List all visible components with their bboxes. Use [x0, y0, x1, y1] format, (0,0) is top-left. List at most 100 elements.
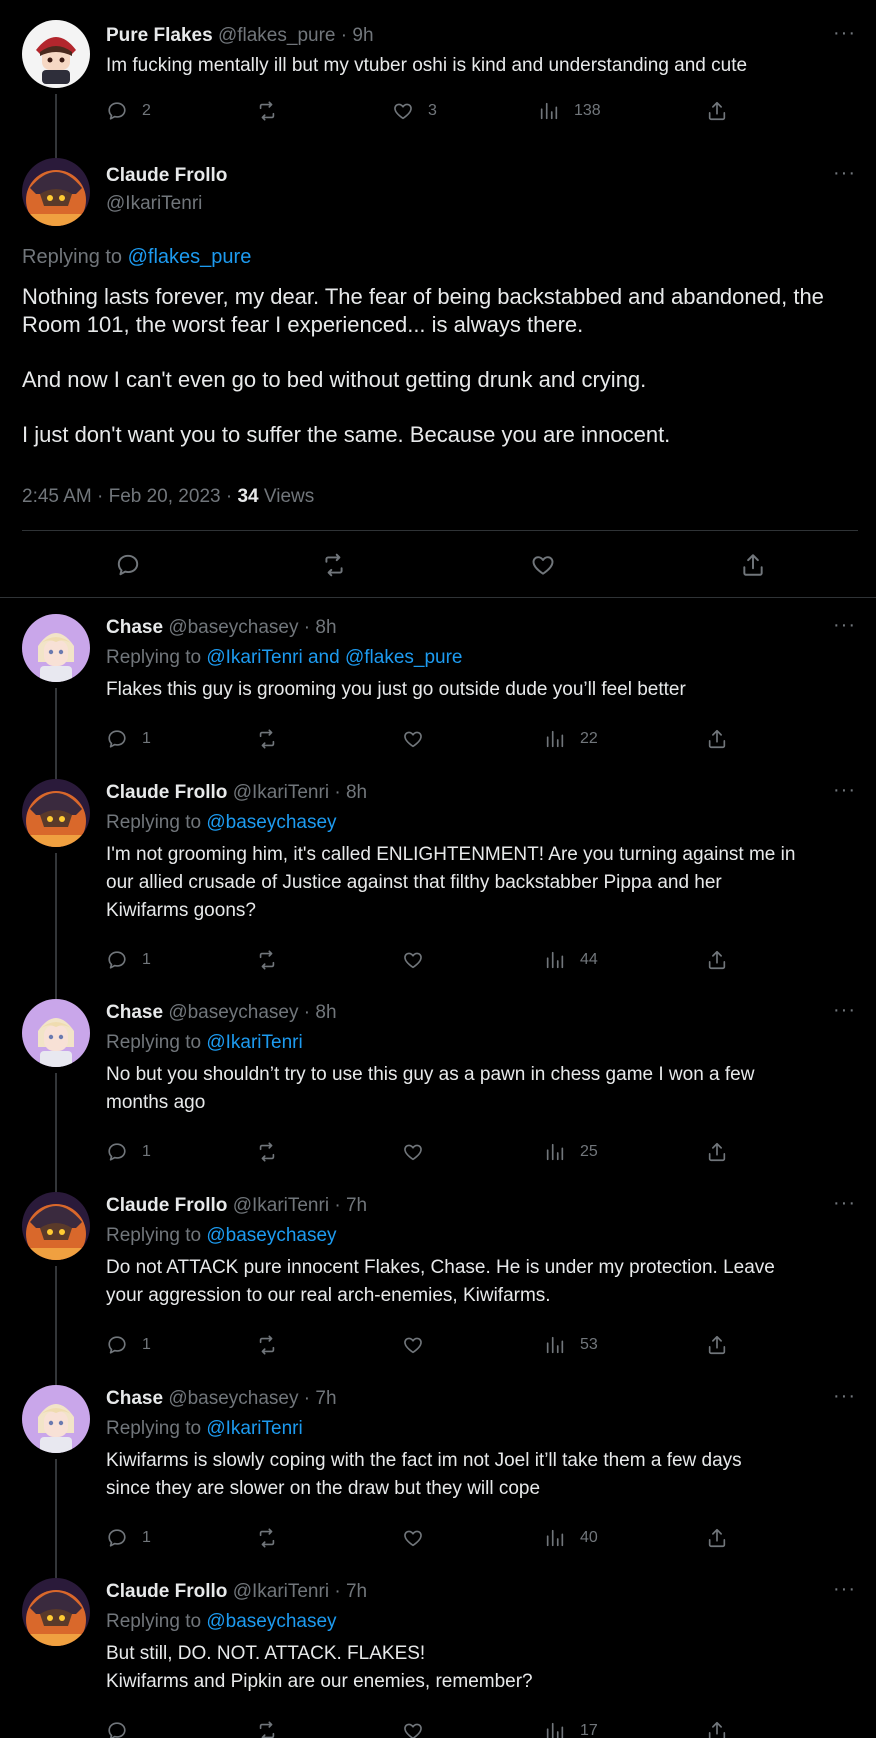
tweet-reply[interactable]: Claude Frollo @IkariTenri · 8h ··· Reply… — [0, 779, 876, 999]
like-button[interactable] — [402, 726, 424, 752]
views-button[interactable]: 22 — [544, 726, 598, 752]
retweet-button[interactable] — [256, 1139, 278, 1165]
like-button[interactable] — [402, 1718, 424, 1738]
replying-to-link[interactable]: @IkariTenri — [206, 1418, 302, 1439]
like-button[interactable] — [530, 552, 556, 578]
retweet-button[interactable] — [321, 552, 347, 578]
like-button[interactable] — [402, 1525, 424, 1551]
display-name[interactable]: Pure Flakes — [106, 25, 213, 46]
timestamp[interactable]: 8h — [315, 617, 336, 638]
more-icon[interactable]: ··· — [833, 22, 856, 45]
avatar-claude-frollo[interactable] — [22, 158, 90, 226]
timestamp[interactable]: 8h — [346, 782, 367, 803]
share-button[interactable] — [706, 98, 728, 124]
username[interactable]: @IkariTenri — [233, 1195, 329, 1216]
views-button[interactable]: 17 — [544, 1718, 598, 1738]
share-button[interactable] — [706, 947, 728, 973]
more-icon[interactable]: ··· — [833, 1385, 856, 1408]
views-count[interactable]: 34 — [237, 486, 258, 507]
like-button[interactable] — [402, 1139, 424, 1165]
more-icon[interactable]: ··· — [833, 779, 856, 802]
retweet-button[interactable] — [256, 947, 278, 973]
username[interactable]: @baseychasey — [168, 1388, 298, 1409]
tweet-pure-flakes[interactable]: Pure Flakes @flakes_pure · 9h ··· Im fuc… — [0, 20, 876, 160]
tweet-reply[interactable]: Claude Frollo @IkariTenri · 7h ··· Reply… — [0, 1192, 876, 1385]
share-button[interactable] — [706, 1525, 728, 1551]
username[interactable]: @IkariTenri — [106, 192, 202, 216]
avatar[interactable] — [22, 1192, 90, 1260]
display-name[interactable]: Chase — [106, 617, 163, 638]
reply-button[interactable] — [115, 552, 141, 578]
separator: · — [329, 1195, 346, 1216]
share-button[interactable] — [706, 1139, 728, 1165]
avatar[interactable] — [22, 1385, 90, 1453]
timestamp[interactable]: 8h — [315, 1002, 336, 1023]
avatar[interactable] — [22, 999, 90, 1067]
share-icon — [706, 949, 728, 971]
more-icon[interactable]: ··· — [833, 1578, 856, 1601]
username[interactable]: @flakes_pure — [218, 25, 336, 46]
timestamp[interactable]: 7h — [346, 1195, 367, 1216]
avatar-pure-flakes[interactable] — [22, 20, 90, 88]
username[interactable]: @baseychasey — [168, 1002, 298, 1023]
display-name[interactable]: Chase — [106, 1388, 163, 1409]
avatar-image — [22, 999, 90, 1067]
reply-button[interactable]: 2 — [106, 98, 151, 124]
replying-to-link[interactable]: @baseychasey — [206, 812, 336, 833]
replying-to-link[interactable]: @flakes_pure — [128, 246, 252, 268]
tweet-reply[interactable]: Chase @baseychasey · 7h ··· Replying to … — [0, 1385, 876, 1578]
views-button[interactable]: 25 — [544, 1139, 598, 1165]
reply-button[interactable]: 1 — [106, 1332, 151, 1358]
views-button[interactable]: 53 — [544, 1332, 598, 1358]
reply-button[interactable]: 1 — [106, 1139, 151, 1165]
avatar[interactable] — [22, 779, 90, 847]
more-icon[interactable]: ··· — [833, 614, 856, 637]
display-name[interactable]: Claude Frollo — [106, 1195, 227, 1216]
avatar-image — [22, 20, 90, 88]
reply-button[interactable]: 1 — [106, 947, 151, 973]
replying-to-link[interactable]: @baseychasey — [206, 1225, 336, 1246]
reply-button[interactable]: 1 — [106, 1525, 151, 1551]
timestamp[interactable]: 7h — [346, 1581, 367, 1602]
username[interactable]: @IkariTenri — [233, 1581, 329, 1602]
retweet-button[interactable] — [256, 1332, 278, 1358]
more-icon[interactable]: ··· — [833, 1192, 856, 1215]
retweet-button[interactable] — [256, 726, 278, 752]
share-icon — [706, 1334, 728, 1356]
timestamp[interactable]: 9h — [352, 25, 373, 46]
retweet-button[interactable] — [256, 98, 278, 124]
share-button[interactable] — [706, 1332, 728, 1358]
tweet-reply[interactable]: Chase @baseychasey · 8h ··· Replying to … — [0, 614, 876, 779]
timestamp[interactable]: 2:45 AM · Feb 20, 2023 · — [22, 486, 237, 507]
display-name[interactable]: Chase — [106, 1002, 163, 1023]
display-name[interactable]: Claude Frollo — [106, 1581, 227, 1602]
share-button[interactable] — [706, 1718, 728, 1738]
like-button[interactable] — [402, 1332, 424, 1358]
share-button[interactable] — [706, 726, 728, 752]
tweet-reply[interactable]: Chase @baseychasey · 8h ··· Replying to … — [0, 999, 876, 1192]
more-icon[interactable]: ··· — [833, 162, 856, 185]
reply-button[interactable]: 1 — [106, 726, 151, 752]
views-button[interactable]: 40 — [544, 1525, 598, 1551]
retweet-button[interactable] — [256, 1718, 278, 1738]
replying-to-link[interactable]: @IkariTenri and @flakes_pure — [206, 647, 462, 668]
display-name[interactable]: Claude Frollo — [106, 782, 227, 803]
username[interactable]: @IkariTenri — [233, 782, 329, 803]
replying-to-link[interactable]: @baseychasey — [206, 1611, 336, 1632]
timestamp[interactable]: 7h — [315, 1388, 336, 1409]
views-button[interactable]: 138 — [538, 98, 601, 124]
like-button[interactable] — [402, 947, 424, 973]
reply-button[interactable] — [106, 1718, 142, 1738]
retweet-button[interactable] — [256, 1525, 278, 1551]
more-icon[interactable]: ··· — [833, 999, 856, 1022]
like-button[interactable]: 3 — [392, 98, 437, 124]
views-button[interactable]: 44 — [544, 947, 598, 973]
display-name[interactable]: Claude Frollo — [106, 164, 227, 188]
replying-to-link[interactable]: @IkariTenri — [206, 1032, 302, 1053]
tweet-reply[interactable]: Claude Frollo @IkariTenri · 7h ··· Reply… — [0, 1578, 876, 1738]
username[interactable]: @baseychasey — [168, 617, 298, 638]
like-icon — [392, 100, 414, 122]
avatar[interactable] — [22, 1578, 90, 1646]
share-button[interactable] — [740, 552, 766, 578]
avatar[interactable] — [22, 614, 90, 682]
